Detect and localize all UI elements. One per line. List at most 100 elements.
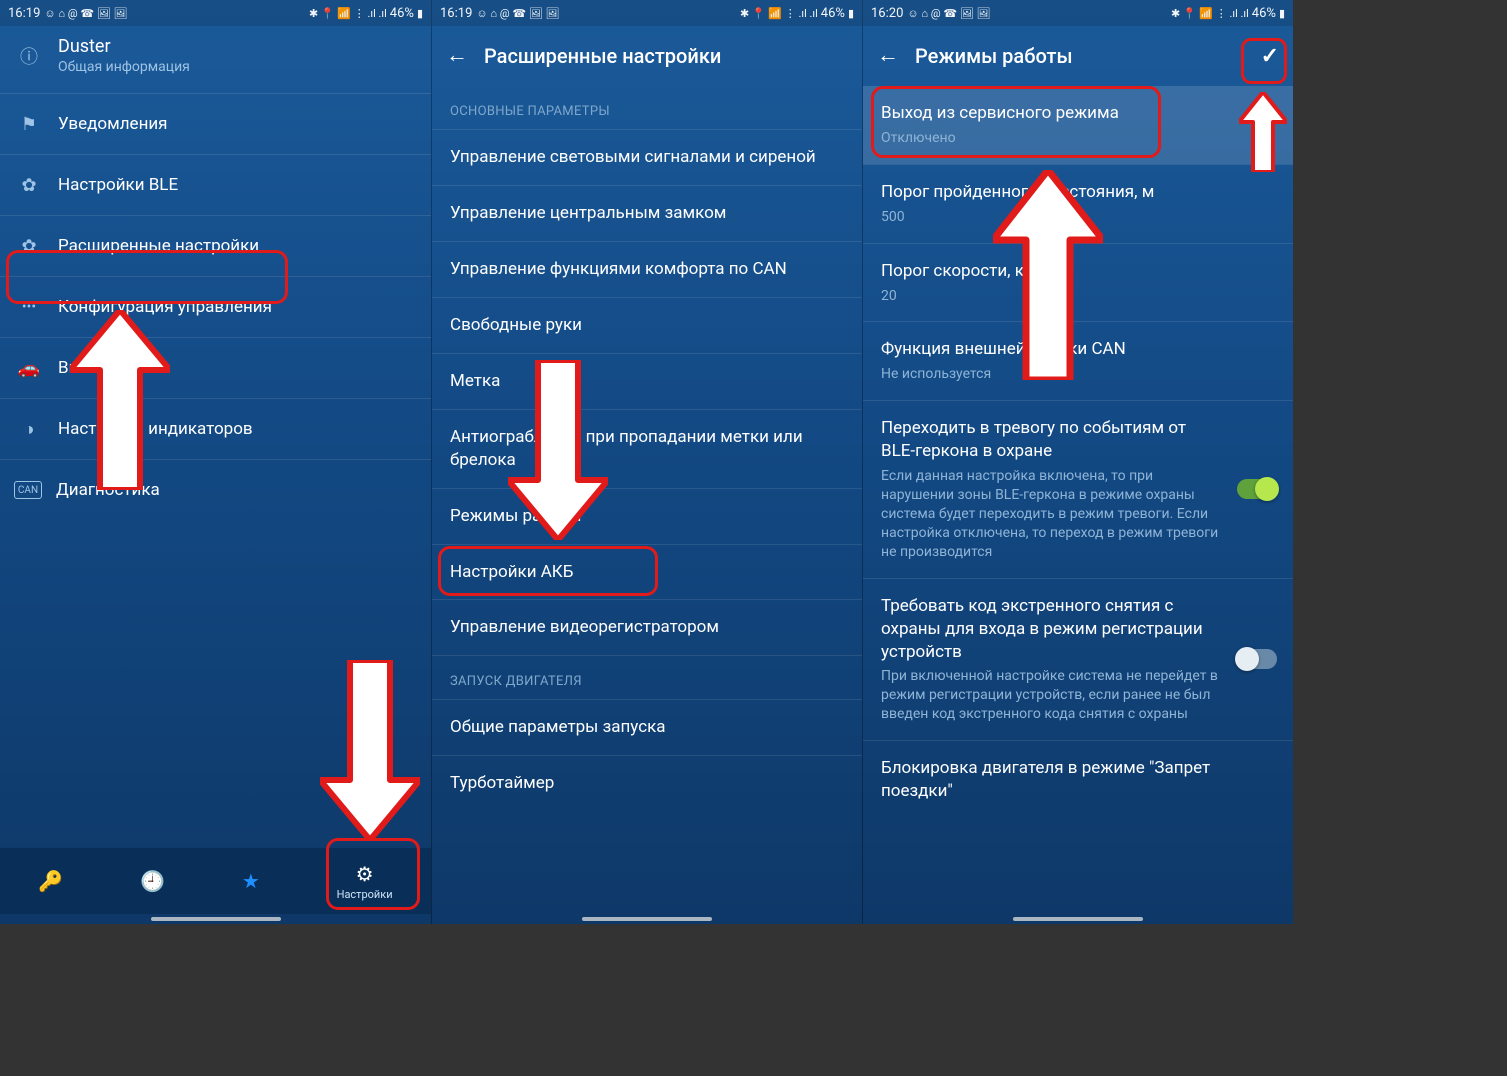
setting-title: Переходить в тревогу по событиям от BLE-… (881, 417, 1275, 463)
status-bar: 16:20 ☺ ⌂ @ ☎ 🖼 🖼 ✱ 📍 📶 ⋮ .ıl .ıl 46% ▮ (863, 0, 1293, 26)
setting-start-params[interactable]: Общие параметры запуска (432, 699, 862, 755)
setting-turbotimer[interactable]: Турботаймер (432, 755, 862, 811)
setting-title: Управление центральным замком (450, 202, 844, 225)
setting-title: Режимы работы (450, 505, 844, 528)
setting-engine-block-trip-ban[interactable]: Блокировка двигателя в режиме "Запрет по… (863, 740, 1293, 819)
gear-icon: ⚙ (356, 862, 374, 886)
menu-item-label: Уведомления (58, 114, 168, 134)
setting-tag[interactable]: Метка (432, 353, 862, 409)
setting-title: Управление функциями комфорта по CAN (450, 258, 844, 281)
gear-icon: ✿ (14, 175, 44, 196)
bottom-nav-settings[interactable]: ⚙ Настройки (337, 862, 393, 901)
menu-item-label: Настройка индикаторов (58, 419, 253, 439)
setting-title: Порог пройденного расстояния, м (881, 181, 1275, 204)
status-bar: 16:19 ☺ ⌂ @ ☎ 🖼 🖼 ✱ 📍 📶 ⋮ .ıl .ıl 46% ▮ (0, 0, 431, 26)
setting-title: Управление световыми сигналами и сиреной (450, 146, 844, 169)
setting-handsfree[interactable]: Свободные руки (432, 297, 862, 353)
toggle-switch[interactable] (1237, 479, 1277, 499)
bottom-nav-label: Настройки (337, 888, 393, 901)
setting-dvr[interactable]: Управление видеорегистратором (432, 599, 862, 655)
status-battery: 46% (1252, 6, 1276, 21)
menu-item-label: Диагностика (56, 480, 160, 500)
status-right-icons: ✱ 📍 📶 ⋮ .ıl .ıl (1171, 7, 1249, 20)
setting-value: 500 (881, 208, 1275, 227)
setting-light-siren[interactable]: Управление световыми сигналами и сиреной (432, 129, 862, 185)
status-left-icons: ☺ ⌂ @ ☎ 🖼 🖼 (907, 7, 990, 20)
setting-title: Порог скорости, км/час (881, 260, 1275, 283)
clock-icon: 🕘 (140, 869, 165, 893)
menu-item-car-select[interactable]: 🚗 Выбор авто (0, 338, 431, 398)
menu-item-notifications[interactable]: ⚑ Уведомления (0, 94, 431, 154)
toggle-switch[interactable] (1237, 649, 1277, 669)
device-subtitle: Общая информация (58, 59, 190, 75)
settings-menu: ⓘ Duster Общая информация ⚑ Уведомления … (0, 26, 431, 520)
menu-item-diagnostics[interactable]: CAN Диагностика (0, 460, 431, 520)
phone-screen-1: 16:19 ☺ ⌂ @ ☎ 🖼 🖼 ✱ 📍 📶 ⋮ .ıl .ıl 46% ▮ … (0, 0, 431, 924)
bottom-nav-history[interactable]: 🕘 (140, 869, 165, 893)
info-icon: ⓘ (14, 43, 44, 69)
key-icon: 🔑 (38, 869, 63, 893)
bottom-nav-key[interactable]: 🔑 (38, 869, 63, 893)
device-title: Duster (58, 36, 190, 57)
setting-central-lock[interactable]: Управление центральным замком (432, 185, 862, 241)
menu-item-control-config[interactable]: ••• Конфигурация управления (0, 277, 431, 337)
setting-title: Требовать код экстренного снятия с охран… (881, 595, 1275, 664)
setting-title: Свободные руки (450, 314, 844, 337)
setting-exit-service-mode[interactable]: Выход из сервисного режима Отключено (863, 86, 1293, 164)
status-time: 16:20 (871, 6, 903, 21)
status-left-icons: ☺ ⌂ @ ☎ 🖼 🖼 (476, 7, 559, 20)
phone-screen-2: 16:19 ☺ ⌂ @ ☎ 🖼 🖼 ✱ 📍 📶 ⋮ .ıl .ıl 46% ▮ … (431, 0, 862, 924)
status-bar: 16:19 ☺ ⌂ @ ☎ 🖼 🖼 ✱ 📍 📶 ⋮ .ıl .ıl 46% ▮ (432, 0, 862, 26)
menu-item-indicators[interactable]: ◑ Настройка индикаторов (0, 399, 431, 459)
status-left-icons: ☺ ⌂ @ ☎ 🖼 🖼 (44, 7, 127, 20)
menu-item-advanced-settings[interactable]: ✿ Расширенные настройки (0, 216, 431, 276)
menu-item-label: Выбор авто (58, 358, 151, 378)
setting-value: Отключено (881, 129, 1275, 148)
back-button[interactable]: ← (877, 45, 899, 67)
setting-antirobbery[interactable]: Антиограбление при пропадании метки или … (432, 409, 862, 488)
setting-value: Не используется (881, 365, 1275, 384)
device-header[interactable]: ⓘ Duster Общая информация (0, 26, 431, 93)
menu-item-ble-settings[interactable]: ✿ Настройки BLE (0, 155, 431, 215)
setting-work-modes[interactable]: Режимы работы (432, 488, 862, 544)
car-icon: 🚗 (14, 358, 44, 379)
menu-item-label: Настройки BLE (58, 175, 178, 195)
setting-title: Блокировка двигателя в режиме "Запрет по… (881, 757, 1275, 803)
status-battery: 46% (390, 6, 414, 21)
setting-description: Если данная настройка включена, то при н… (881, 467, 1275, 561)
toolbar: ← Режимы работы ✓ (863, 26, 1293, 86)
nav-handle[interactable] (1013, 917, 1143, 921)
menu-item-label: Конфигурация управления (58, 297, 272, 317)
setting-speed-threshold[interactable]: Порог скорости, км/час 20 (863, 243, 1293, 322)
setting-title: Выход из сервисного режима (881, 102, 1275, 125)
indicator-icon: ◑ (14, 419, 44, 440)
setting-external-button-can[interactable]: Функция внешней кнопки CAN Не использует… (863, 321, 1293, 400)
setting-title: Настройки АКБ (450, 561, 844, 584)
setting-value: 20 (881, 287, 1275, 306)
battery-icon: ▮ (1279, 7, 1285, 20)
phone-screen-3: 16:20 ☺ ⌂ @ ☎ 🖼 🖼 ✱ 📍 📶 ⋮ .ıl .ıl 46% ▮ … (862, 0, 1293, 924)
bottom-nav-favorites[interactable]: ★ (242, 869, 260, 893)
setting-battery[interactable]: Настройки АКБ (432, 544, 862, 600)
setting-ble-gerkon-alarm[interactable]: Переходить в тревогу по событиям от BLE-… (863, 400, 1293, 577)
status-right-icons: ✱ 📍 📶 ⋮ .ıl .ıl (740, 7, 818, 20)
setting-title: Антиограбление при пропадании метки или … (450, 426, 844, 472)
status-time: 16:19 (8, 6, 40, 21)
setting-title: Метка (450, 370, 844, 393)
nav-handle[interactable] (151, 917, 281, 921)
battery-icon: ▮ (417, 7, 423, 20)
star-icon: ★ (242, 869, 260, 893)
setting-distance-threshold[interactable]: Порог пройденного расстояния, м 500 (863, 164, 1293, 243)
setting-require-emergency-code[interactable]: Требовать код экстренного снятия с охран… (863, 578, 1293, 740)
confirm-button[interactable]: ✓ (1261, 44, 1279, 69)
page-title: Режимы работы (915, 44, 1073, 68)
nav-handle[interactable] (582, 917, 712, 921)
dots-icon: ••• (14, 299, 44, 315)
setting-comfort-can[interactable]: Управление функциями комфорта по CAN (432, 241, 862, 297)
back-button[interactable]: ← (446, 45, 468, 67)
setting-title: Турботаймер (450, 772, 844, 795)
section-header-basic: ОСНОВНЫЕ ПАРАМЕТРЫ (432, 86, 862, 129)
page-title: Расширенные настройки (484, 44, 721, 68)
section-header-engine: ЗАПУСК ДВИГАТЕЛЯ (432, 655, 862, 699)
setting-title: Функция внешней кнопки CAN (881, 338, 1275, 361)
